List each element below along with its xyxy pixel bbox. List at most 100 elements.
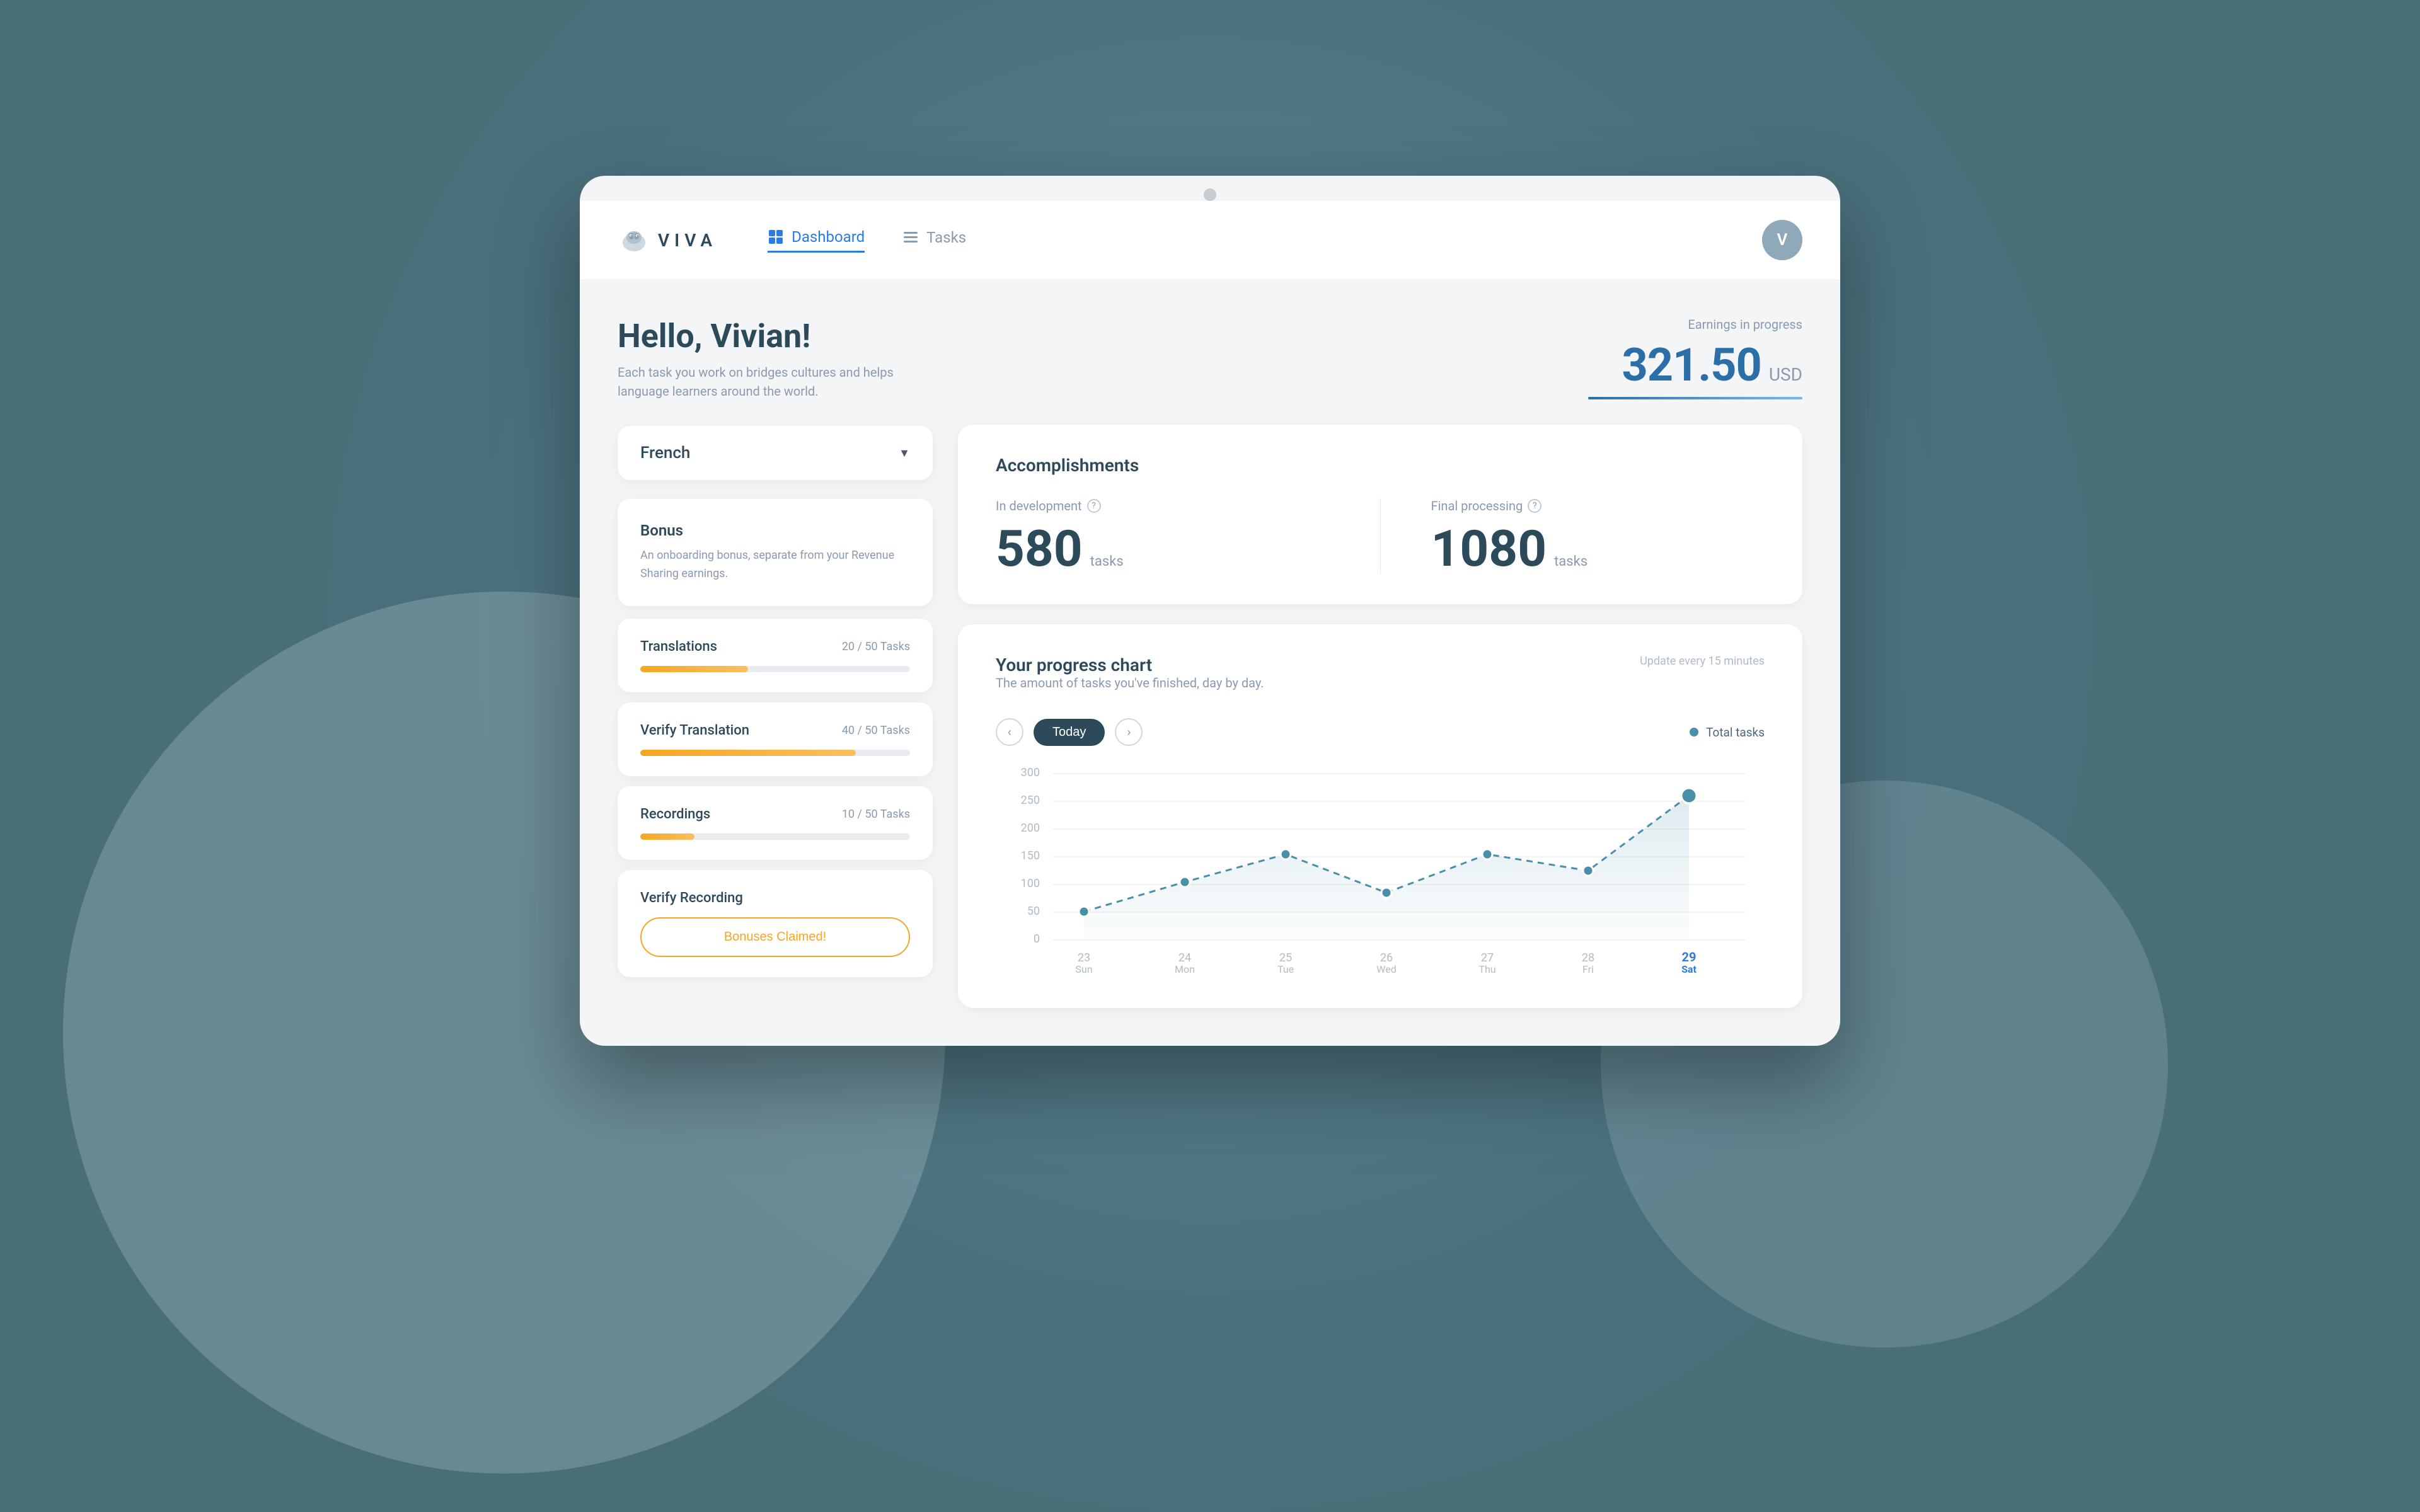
accomplishments-title: Accomplishments bbox=[996, 455, 1765, 476]
chart-prev-button[interactable]: ‹ bbox=[996, 718, 1023, 746]
dashboard-icon bbox=[768, 229, 784, 245]
task-translations-count: 20 / 50 Tasks bbox=[842, 640, 910, 653]
svg-text:25: 25 bbox=[1279, 951, 1292, 965]
greeting-section: Hello, Vivian! Each task you work on bri… bbox=[618, 317, 933, 401]
dropdown-arrow-icon: ▼ bbox=[899, 447, 910, 460]
task-card-translations: Translations 20 / 50 Tasks bbox=[618, 619, 933, 692]
task-card-recordings: Recordings 10 / 50 Tasks bbox=[618, 786, 933, 860]
nav-dashboard[interactable]: Dashboard bbox=[768, 228, 865, 253]
language-selector[interactable]: French ▼ bbox=[618, 426, 933, 480]
earnings-currency: USD bbox=[1769, 364, 1802, 385]
acc-final-processing-value-row: 1080 tasks bbox=[1431, 524, 1765, 574]
acc-final-processing-value: 1080 bbox=[1431, 519, 1547, 578]
acc-divider bbox=[1380, 498, 1381, 574]
language-value: French bbox=[640, 444, 690, 462]
chart-point-3 bbox=[1381, 888, 1392, 898]
svg-text:100: 100 bbox=[1021, 877, 1040, 890]
logo: VIVA bbox=[618, 224, 717, 256]
earnings-label: Earnings in progress bbox=[1588, 317, 1802, 332]
chart-title: Your progress chart bbox=[996, 655, 1264, 675]
earnings-section: Earnings in progress 321.50 USD bbox=[1588, 317, 1802, 399]
task-translations-header: Translations 20 / 50 Tasks bbox=[640, 639, 910, 655]
task-translations-name: Translations bbox=[640, 639, 717, 655]
accomplishment-final-processing: Final processing ? 1080 tasks bbox=[1431, 498, 1765, 574]
svg-text:27: 27 bbox=[1481, 951, 1494, 965]
task-translations-progress-bg bbox=[640, 666, 910, 672]
svg-text:29: 29 bbox=[1682, 949, 1697, 965]
acc-final-processing-unit: tasks bbox=[1554, 554, 1587, 570]
legend-dot bbox=[1690, 728, 1698, 736]
right-panel: Earnings in progress 321.50 USD Accompli… bbox=[958, 317, 1802, 1008]
chart-legend: Total tasks bbox=[1690, 725, 1765, 740]
logo-icon bbox=[618, 224, 650, 256]
task-verify-translation-progress-bg bbox=[640, 750, 910, 756]
chart-svg: 300 250 200 150 100 50 0 bbox=[996, 761, 1765, 975]
svg-text:Wed: Wed bbox=[1376, 963, 1396, 975]
task-verify-translation-header: Verify Translation 40 / 50 Tasks bbox=[640, 723, 910, 738]
nav-dashboard-label: Dashboard bbox=[792, 228, 865, 246]
svg-text:Sun: Sun bbox=[1075, 963, 1092, 975]
chart-point-5 bbox=[1583, 866, 1593, 876]
task-recordings-header: Recordings 10 / 50 Tasks bbox=[640, 806, 910, 822]
chart-header: Your progress chart The amount of tasks … bbox=[996, 655, 1765, 713]
chart-title-group: Your progress chart The amount of tasks … bbox=[996, 655, 1264, 713]
chart-nav: ‹ Today › bbox=[996, 718, 1143, 746]
acc-in-development-unit: tasks bbox=[1090, 554, 1124, 570]
chart-today-button[interactable]: Today bbox=[1034, 719, 1105, 746]
task-recordings-progress-fill bbox=[640, 833, 694, 840]
tasks-icon bbox=[902, 229, 919, 246]
chart-point-2 bbox=[1281, 849, 1291, 859]
svg-text:0: 0 bbox=[1034, 932, 1040, 946]
chart-point-0 bbox=[1079, 907, 1089, 917]
task-recordings-count: 10 / 50 Tasks bbox=[842, 808, 910, 821]
header-row: Earnings in progress 321.50 USD bbox=[958, 317, 1802, 399]
claimed-button[interactable]: Bonuses Claimed! bbox=[640, 917, 910, 957]
svg-text:26: 26 bbox=[1380, 951, 1393, 965]
accomplishments-card: Accomplishments In development ? 580 tas… bbox=[958, 425, 1802, 604]
final-processing-info-icon: ? bbox=[1528, 499, 1541, 513]
nav-tasks[interactable]: Tasks bbox=[902, 228, 966, 253]
accomplishment-in-development: In development ? 580 tasks bbox=[996, 498, 1330, 574]
task-translations-progress-fill bbox=[640, 666, 748, 672]
svg-text:300: 300 bbox=[1021, 766, 1040, 779]
task-recordings-name: Recordings bbox=[640, 806, 710, 822]
bonus-title: Bonus bbox=[640, 522, 910, 539]
bonus-description: An onboarding bonus, separate from your … bbox=[640, 547, 910, 583]
svg-text:250: 250 bbox=[1021, 794, 1040, 807]
avatar[interactable]: V bbox=[1762, 220, 1802, 260]
chart-point-1 bbox=[1180, 877, 1190, 887]
task-verify-recording-name: Verify Recording bbox=[640, 890, 743, 906]
app-window: VIVA Dashboard Tasks bbox=[580, 176, 1840, 1046]
chart-controls: ‹ Today › Total tasks bbox=[996, 718, 1765, 746]
task-card-verify-translation: Verify Translation 40 / 50 Tasks bbox=[618, 702, 933, 776]
chart-subtitle: The amount of tasks you've finished, day… bbox=[996, 675, 1264, 690]
svg-text:24: 24 bbox=[1178, 951, 1191, 965]
bonus-card: Bonus An onboarding bonus, separate from… bbox=[618, 499, 933, 606]
in-development-info-icon: ? bbox=[1087, 499, 1101, 513]
svg-text:Sat: Sat bbox=[1681, 963, 1697, 975]
svg-text:Thu: Thu bbox=[1478, 963, 1495, 975]
chart-point-6 bbox=[1681, 788, 1697, 803]
accomplishments-row: In development ? 580 tasks Final process… bbox=[996, 498, 1765, 574]
svg-text:Fri: Fri bbox=[1582, 963, 1594, 975]
svg-text:50: 50 bbox=[1027, 905, 1040, 918]
task-verify-translation-count: 40 / 50 Tasks bbox=[842, 724, 910, 737]
nav-tasks-label: Tasks bbox=[926, 229, 966, 246]
nav-links: Dashboard Tasks bbox=[768, 228, 1762, 253]
svg-text:200: 200 bbox=[1021, 822, 1040, 835]
task-card-verify-recording: Verify Recording Bonuses Claimed! bbox=[618, 870, 933, 977]
main-content: Hello, Vivian! Each task you work on bri… bbox=[580, 279, 1840, 1046]
acc-in-development-label: In development ? bbox=[996, 498, 1330, 513]
earnings-value: 321.50 bbox=[1622, 338, 1761, 392]
chart-point-4 bbox=[1482, 849, 1492, 859]
chart-update-text: Update every 15 minutes bbox=[1640, 655, 1765, 668]
acc-in-development-value-row: 580 tasks bbox=[996, 524, 1330, 574]
earnings-amount-row: 321.50 USD bbox=[1588, 338, 1802, 392]
chart-card: Your progress chart The amount of tasks … bbox=[958, 624, 1802, 1008]
acc-final-processing-label: Final processing ? bbox=[1431, 498, 1765, 513]
legend-label: Total tasks bbox=[1706, 725, 1765, 740]
chart-next-button[interactable]: › bbox=[1115, 718, 1143, 746]
left-panel: Hello, Vivian! Each task you work on bri… bbox=[618, 317, 933, 1008]
task-verify-translation-progress-fill bbox=[640, 750, 856, 756]
navbar: VIVA Dashboard Tasks bbox=[580, 201, 1840, 279]
